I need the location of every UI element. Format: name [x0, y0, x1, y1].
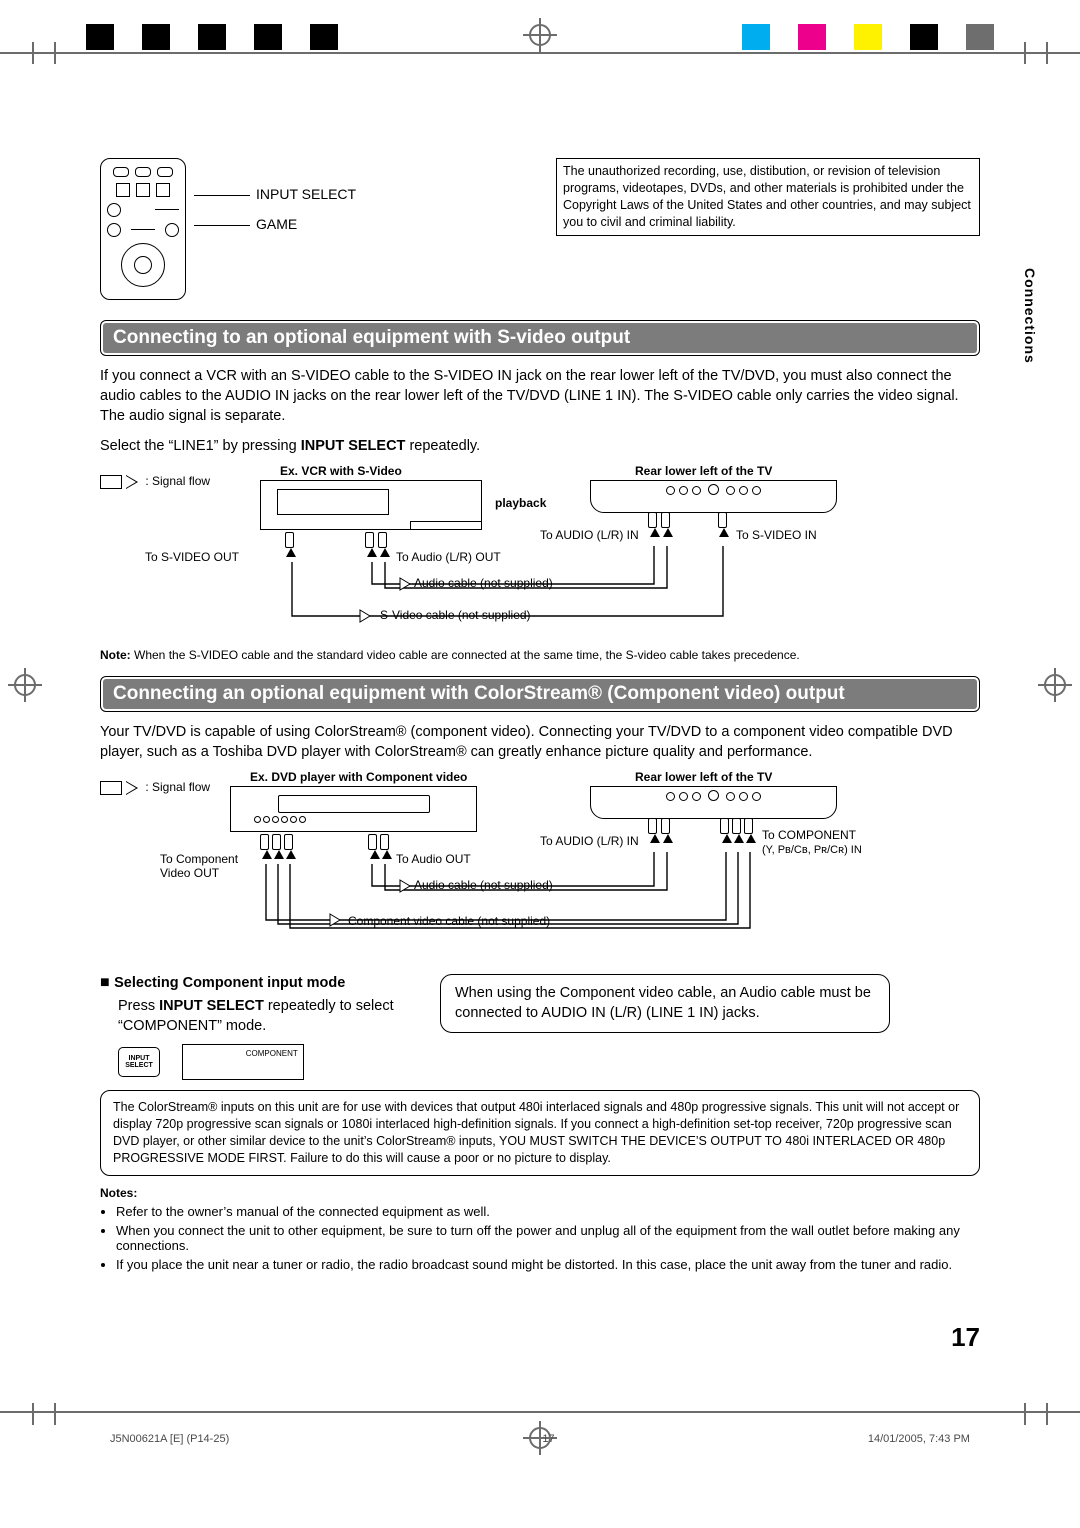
page-number: 17	[100, 1322, 980, 1353]
registration-mark-top	[523, 18, 557, 52]
note-item: Refer to the owner’s manual of the conne…	[116, 1204, 980, 1219]
remote-control-illustration: INPUT SELECT GAME	[100, 158, 356, 300]
bottom-crop-marks: J5N00621A [E] (P14-25) 17 14/01/2005, 7:…	[0, 1403, 1080, 1473]
note-item: When you connect the unit to other equip…	[116, 1223, 980, 1253]
section1-select: Select the “LINE1” by pressing INPUT SEL…	[100, 436, 980, 456]
color-bar-right	[742, 24, 994, 50]
section-title: Connecting an optional equipment with Co…	[103, 679, 977, 709]
colorstream-note: The ColorStream® inputs on this unit are…	[100, 1090, 980, 1176]
manual-page: Connections INPUT SELECT GAME The unauth…	[0, 0, 1080, 1473]
component-audio-tip: When using the Component video cable, an…	[440, 974, 890, 1033]
top-crop-marks	[0, 0, 1080, 78]
component-connection-diagram: : Signal flow Ex. DVD player with Compon…	[100, 772, 980, 960]
section1-body: If you connect a VCR with an S-VIDEO cab…	[100, 366, 980, 426]
general-notes: Notes: Refer to the owner’s manual of th…	[100, 1186, 980, 1272]
remote-label-input: INPUT SELECT	[256, 186, 356, 202]
remote-label-game: GAME	[256, 216, 297, 232]
registration-mark-right	[1038, 668, 1072, 702]
section-header-component: Connecting an optional equipment with Co…	[100, 676, 980, 712]
copyright-warning-box: The unauthorized recording, use, distibu…	[556, 158, 980, 236]
color-bar-left	[86, 24, 338, 50]
svideo-connection-diagram: : Signal flow Ex. VCR with S-Video playb…	[100, 466, 980, 644]
section1-note: Note: When the S-VIDEO cable and the sta…	[100, 648, 980, 662]
note-item: If you place the unit near a tuner or ra…	[116, 1257, 980, 1272]
section-title: Connecting to an optional equipment with…	[103, 323, 977, 353]
footer-timestamp: 14/01/2005, 7:43 PM	[868, 1433, 970, 1445]
page-content: Connections INPUT SELECT GAME The unauth…	[100, 78, 980, 1393]
input-select-button-icon: INPUT SELECT	[118, 1047, 160, 1077]
registration-mark-left	[8, 668, 42, 702]
footer-page: 17	[542, 1433, 554, 1445]
section-header-svideo: Connecting to an optional equipment with…	[100, 320, 980, 356]
footer-doc-id: J5N00621A [E] (P14-25)	[110, 1433, 229, 1445]
osd-screen-illustration: COMPONENT	[182, 1044, 304, 1080]
selecting-component-block: ■ Selecting Component input mode Press I…	[100, 974, 400, 1080]
section-tab: Connections	[1022, 268, 1038, 364]
section2-body: Your TV/DVD is capable of using ColorStr…	[100, 722, 980, 762]
